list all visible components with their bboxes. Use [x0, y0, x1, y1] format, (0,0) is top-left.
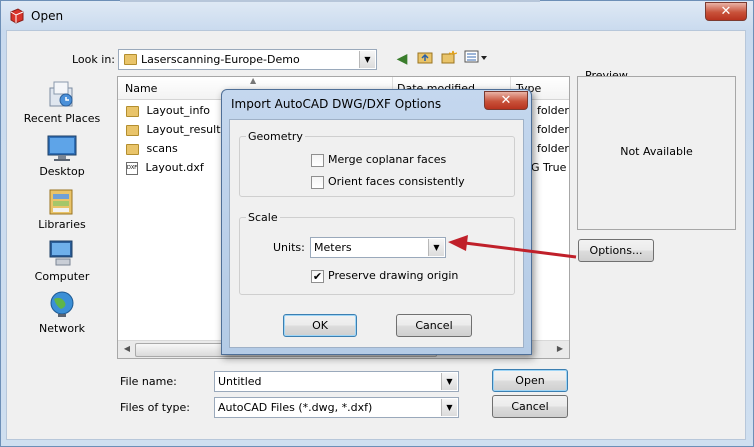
recent-places-icon [46, 80, 78, 110]
dialog-cancel-button[interactable]: Cancel [396, 314, 472, 337]
list-item[interactable]: scans [126, 142, 178, 160]
sort-ascending-icon: ▲ [250, 76, 257, 85]
file-type: folder [537, 104, 569, 117]
back-arrow-icon[interactable]: ◀ [393, 50, 411, 68]
file-name-label: File name: [120, 375, 177, 388]
up-folder-icon[interactable] [416, 50, 434, 68]
network-icon [46, 290, 78, 320]
file-type-value: AutoCAD Files (*.dwg, *.dxf) [218, 401, 373, 414]
file-name-value: Untitled [218, 375, 262, 388]
chevron-down-icon[interactable]: ▼ [359, 51, 375, 68]
new-folder-icon[interactable] [440, 50, 458, 68]
window-close-button[interactable]: ✕ [705, 2, 747, 21]
list-item[interactable]: DXF Layout.dxf [126, 161, 204, 179]
folder-icon [126, 105, 139, 117]
preview-pane: Not Available [577, 76, 736, 230]
sketchup-app-icon [9, 8, 25, 24]
ok-button[interactable]: OK [283, 314, 357, 337]
dxf-file-icon: DXF [126, 161, 138, 175]
close-icon: ✕ [500, 93, 512, 108]
dialog-close-button[interactable]: ✕ [484, 91, 528, 110]
dialog-client: Geometry Merge coplanar faces Orient fac… [229, 119, 524, 348]
title-bar[interactable]: Open ✕ [1, 1, 753, 31]
look-in-combo[interactable]: Laserscanning-Europe-Demo ▼ [118, 49, 377, 70]
place-desktop[interactable]: Desktop [16, 133, 108, 178]
place-label: Desktop [39, 165, 85, 178]
chevron-down-icon[interactable]: ▼ [428, 239, 444, 256]
file-type: folder [537, 142, 569, 155]
folder-icon [126, 124, 139, 136]
chevron-down-icon[interactable]: ▼ [441, 373, 457, 390]
units-select[interactable]: Meters ▼ [310, 237, 446, 258]
place-libraries[interactable]: Libraries [16, 186, 108, 231]
dialog-title: Import AutoCAD DWG/DXF Options [231, 97, 442, 111]
scroll-right-icon[interactable]: ▶ [553, 343, 567, 355]
column-name[interactable]: Name [125, 82, 157, 95]
computer-icon [46, 238, 78, 268]
file-name: Layout_info [146, 104, 211, 117]
orient-faces-label[interactable]: Orient faces consistently [328, 175, 465, 188]
import-options-dialog: Import AutoCAD DWG/DXF Options ✕ Geometr… [221, 89, 532, 355]
preserve-origin-checkbox[interactable]: ✔ [311, 270, 324, 283]
place-network[interactable]: Network [16, 290, 108, 335]
orient-faces-checkbox[interactable] [311, 176, 324, 189]
file-type: folder [537, 123, 569, 136]
open-button[interactable]: Open [492, 369, 568, 392]
place-recent-places[interactable]: Recent Places [16, 80, 108, 125]
file-name: Layout.dxf [145, 161, 204, 174]
close-icon: ✕ [720, 4, 732, 19]
place-label: Recent Places [23, 112, 101, 125]
libraries-icon [46, 186, 78, 216]
file-name: scans [146, 142, 178, 155]
place-label: Libraries [38, 218, 86, 231]
window-title: Open [31, 9, 64, 23]
preview-status: Not Available [620, 145, 693, 158]
file-name-input[interactable]: Untitled ▼ [214, 371, 459, 392]
look-in-value: Laserscanning-Europe-Demo [141, 53, 300, 66]
merge-coplanar-checkbox[interactable] [311, 154, 324, 167]
view-menu-icon[interactable] [463, 50, 489, 68]
chevron-down-icon[interactable]: ▼ [441, 399, 457, 416]
file-type-select[interactable]: AutoCAD Files (*.dwg, *.dxf) ▼ [214, 397, 459, 418]
list-item[interactable]: Layout_results [126, 123, 226, 141]
scroll-left-icon[interactable]: ◀ [120, 343, 134, 355]
desktop-icon [46, 133, 78, 163]
scale-group: Scale Units: Meters ▼ ✔ Preserve drawing… [239, 211, 515, 295]
place-label: Network [39, 322, 85, 335]
list-item[interactable]: Layout_info [126, 104, 210, 122]
background-artifact [120, 0, 540, 2]
geometry-group-title: Geometry [246, 130, 305, 143]
folder-icon [126, 143, 139, 155]
place-label: Computer [34, 270, 90, 283]
options-button[interactable]: Options... [578, 239, 654, 262]
file-type: G True [531, 161, 567, 174]
place-computer[interactable]: Computer [16, 238, 108, 283]
preserve-origin-label[interactable]: Preserve drawing origin [328, 269, 458, 282]
scale-group-title: Scale [246, 211, 280, 224]
merge-coplanar-label[interactable]: Merge coplanar faces [328, 153, 446, 166]
units-value: Meters [314, 241, 352, 254]
file-type-label: Files of type: [120, 401, 191, 414]
folder-icon [124, 54, 137, 65]
look-in-label: Look in: [72, 53, 115, 66]
cancel-button[interactable]: Cancel [492, 395, 568, 418]
units-label: Units: [273, 241, 305, 254]
file-name: Layout_results [146, 123, 227, 136]
geometry-group: Geometry Merge coplanar faces Orient fac… [239, 130, 515, 197]
